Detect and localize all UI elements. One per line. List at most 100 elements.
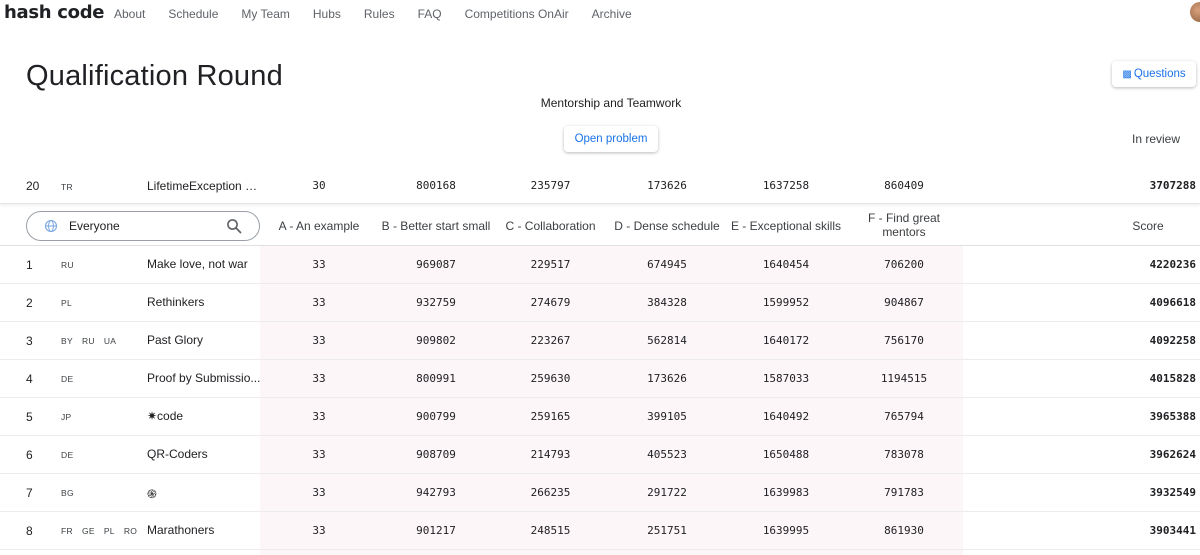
- nav-link-schedule[interactable]: Schedule: [168, 7, 218, 21]
- column-header-d[interactable]: D - Dense schedule: [607, 219, 727, 233]
- country-code: PL: [61, 298, 72, 308]
- nav-link-rules[interactable]: Rules: [364, 7, 395, 21]
- team-filter-input[interactable]: Everyone: [26, 211, 260, 241]
- total-score: 3903441: [1149, 524, 1196, 537]
- column-header-e[interactable]: E - Exceptional skills: [727, 219, 845, 233]
- score-c: 259165: [530, 410, 571, 423]
- column-header-c[interactable]: C - Collaboration: [494, 219, 607, 233]
- score-f: 1194515: [880, 372, 928, 385]
- country-code: RU: [61, 260, 74, 270]
- column-header-a[interactable]: A - An example: [260, 219, 378, 233]
- country-codes: DE: [61, 450, 82, 460]
- score-d: 384328: [647, 296, 687, 309]
- country-code: GE: [81, 526, 95, 536]
- open-problem-button[interactable]: Open problem: [564, 126, 658, 152]
- nav-link-my-team[interactable]: My Team: [241, 7, 289, 21]
- score-f: 706200: [884, 258, 924, 271]
- country-code: FR: [61, 526, 73, 536]
- score-e: 1639995: [762, 524, 810, 537]
- rank: 5: [26, 410, 33, 424]
- nav-link-hubs[interactable]: Hubs: [313, 7, 341, 21]
- score-a: 30: [312, 179, 326, 192]
- table-row: 5 JP ✷code 33 900799 259165 399105 16404…: [0, 398, 1200, 436]
- country-code: PL: [103, 526, 115, 536]
- score-a: 33: [312, 486, 326, 499]
- country-codes: BY RU UA: [61, 336, 125, 346]
- table-row: 8 FR GE PL RO Marathoners 33 901217 248515 …: [0, 512, 1200, 550]
- nav-link-faq[interactable]: FAQ: [418, 7, 442, 21]
- rank: 8: [26, 524, 33, 538]
- score-c: 248515: [530, 524, 571, 537]
- column-header-f[interactable]: F - Find great mentors: [845, 211, 963, 239]
- score-a: 33: [312, 372, 326, 385]
- score-f: 860409: [884, 179, 924, 192]
- score-f: 904867: [884, 296, 924, 309]
- rank: 7: [26, 486, 33, 500]
- table-row: 2 PL Rethinkers 33 932759 274679 384328 …: [0, 284, 1200, 322]
- country-code: DE: [61, 450, 74, 460]
- team-name[interactable]: Past Glory: [147, 333, 261, 347]
- score-a: 33: [312, 410, 326, 423]
- score-f: 861930: [884, 524, 924, 537]
- team-name[interactable]: QR-Coders: [147, 447, 261, 461]
- my-team-row: 20 TR LifetimeException 0... 30 800168 2…: [0, 168, 1200, 204]
- column-header-f-line2: mentors: [882, 225, 926, 239]
- total-score: 4015828: [1149, 372, 1196, 385]
- questions-button[interactable]: ▩ Questions: [1112, 61, 1196, 87]
- nav-link-competitions-onair[interactable]: Competitions OnAir: [465, 7, 569, 21]
- table-row: 4 DE Proof by Submissio... 33 800991 259…: [0, 360, 1200, 398]
- top-nav: hash code About Schedule My Team Hubs Ru…: [0, 0, 1200, 28]
- country-code: JP: [61, 412, 72, 422]
- country-code: RU: [81, 336, 95, 346]
- column-header-b[interactable]: B - Better start small: [378, 219, 494, 233]
- country-codes: JP: [61, 412, 81, 422]
- score-b: 900799: [416, 410, 456, 423]
- team-name[interactable]: Proof by Submissio...: [147, 371, 261, 385]
- team-name[interactable]: ✷code: [147, 409, 261, 423]
- nav-link-archive[interactable]: Archive: [592, 7, 632, 21]
- avatar[interactable]: [1190, 2, 1200, 22]
- filter-value: Everyone: [69, 219, 120, 233]
- score-e: 1637258: [762, 179, 810, 192]
- score-b: 942793: [416, 486, 456, 499]
- score-e: 1640454: [762, 258, 810, 271]
- country-code: TR: [61, 182, 73, 192]
- score-c: 259630: [530, 372, 571, 385]
- rank: 3: [26, 334, 33, 348]
- score-a: 33: [312, 448, 326, 461]
- country-code: BY: [61, 336, 73, 346]
- nav-link-about[interactable]: About: [114, 7, 145, 21]
- country-codes: PL: [61, 298, 81, 308]
- country-codes: FR GE PL RO: [61, 526, 146, 536]
- score-e: 1640492: [762, 410, 810, 423]
- brand-logo[interactable]: hash code: [4, 2, 104, 23]
- rank: 4: [26, 372, 33, 386]
- score-c: 266235: [530, 486, 571, 499]
- score-b: 800168: [416, 179, 456, 192]
- score-b: 908709: [416, 448, 456, 461]
- score-d: 405523: [647, 448, 687, 461]
- score-a: 33: [312, 296, 326, 309]
- page-title: Qualification Round: [26, 60, 283, 92]
- column-header-score[interactable]: Score: [1100, 219, 1196, 233]
- score-d: 173626: [647, 179, 687, 192]
- score-a: 33: [312, 258, 326, 271]
- rank: 20: [26, 179, 40, 193]
- country-code: DE: [61, 374, 74, 384]
- score-e: 1639983: [762, 486, 810, 499]
- globe-icon: [44, 219, 58, 233]
- search-icon[interactable]: [226, 218, 242, 234]
- country-codes: TR: [61, 182, 82, 192]
- team-name[interactable]: Make love, not war: [147, 257, 261, 271]
- score-c: 214793: [530, 448, 571, 461]
- nav-links: About Schedule My Team Hubs Rules FAQ Co…: [114, 7, 655, 21]
- score-d: 674945: [647, 258, 687, 271]
- team-name[interactable]: LifetimeException 0...: [147, 179, 261, 193]
- team-name[interactable]: Marathoners: [147, 523, 261, 537]
- rank: 2: [26, 296, 33, 310]
- team-name[interactable]: Rethinkers: [147, 295, 261, 309]
- score-c: 229517: [530, 258, 571, 271]
- score-c: 274679: [530, 296, 571, 309]
- score-d: 562814: [647, 334, 687, 347]
- team-name[interactable]: ֍: [147, 485, 261, 502]
